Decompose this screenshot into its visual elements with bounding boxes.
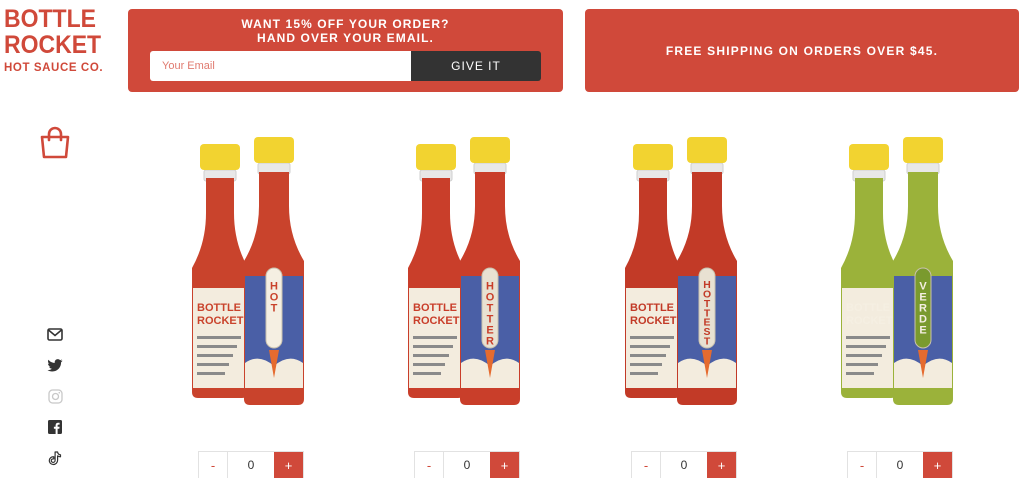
product-image-hottest[interactable]: BOTTLE ROCKET H O T T E S T <box>607 128 757 413</box>
quantity-field[interactable] <box>228 452 275 478</box>
email-promo-title: WANT 15% OFF YOUR ORDER? HAND OVER YOUR … <box>128 17 563 45</box>
tiktok-icon[interactable] <box>45 448 65 468</box>
email-form: GIVE IT <box>150 51 541 81</box>
increase-qty-button[interactable]: + <box>707 452 736 478</box>
bottle-cap <box>849 144 889 170</box>
label-brand-text: ROCKET <box>413 315 460 327</box>
product-card-hotter: BOTTLEROCKETHOTTER - + <box>390 128 540 478</box>
product-card-hot: BOTTLEROCKETHOT - + <box>174 128 324 478</box>
quantity-field[interactable] <box>877 452 924 478</box>
bottle-cap <box>903 137 943 163</box>
label-variant-letter: T <box>271 302 278 314</box>
bottle-cap <box>254 137 294 163</box>
bottle-pair-illustration: BOTTLEROCKETHOTTER <box>408 137 520 405</box>
bottle-cap <box>416 144 456 170</box>
decrease-qty-button[interactable]: - <box>632 452 662 478</box>
email-promo-title-line1: WANT 15% OFF YOUR ORDER? <box>241 17 450 31</box>
quantity-stepper: - + <box>631 451 737 478</box>
quantity-stepper: - + <box>414 451 520 478</box>
bottle-cap <box>687 137 727 163</box>
decrease-qty-button[interactable]: - <box>199 452 229 478</box>
label-brand-text: BOTTLE <box>197 302 241 314</box>
label-variant-letter: R <box>486 335 494 347</box>
facebook-icon[interactable] <box>45 417 65 437</box>
logo-line-bottle: BOTTLE <box>4 5 96 33</box>
decrease-qty-button[interactable]: - <box>415 452 445 478</box>
brand-logo[interactable]: BOTTLE ROCKET HOT SAUCE CO. <box>4 6 112 86</box>
bottle-pair-illustration: BOTTLEROCKETHOTTEST <box>625 137 737 405</box>
mail-icon[interactable] <box>45 324 65 344</box>
label-brand-text: BOTTLE <box>846 302 890 314</box>
product-image-hotter[interactable]: BOTTLE ROCKET H O T T E R <box>390 128 540 413</box>
increase-qty-button[interactable]: + <box>274 452 303 478</box>
label-brand-text: BOTTLE <box>413 302 457 314</box>
quantity-field[interactable] <box>661 452 708 478</box>
product-card-hottest: BOTTLEROCKETHOTTEST - + <box>607 128 757 478</box>
label-brand-text: ROCKET <box>846 315 893 327</box>
label-brand-text: BOTTLE <box>630 302 674 314</box>
decrease-qty-button[interactable]: - <box>848 452 878 478</box>
email-promo-title-line2: HAND OVER YOUR EMAIL. <box>257 31 434 45</box>
label-brand-text: ROCKET <box>197 315 244 327</box>
email-input[interactable] <box>150 51 411 81</box>
bottle-pair-illustration: BOTTLEROCKETHOT <box>192 137 304 405</box>
bottle-pair-illustration: BOTTLEROCKETVERDE <box>841 137 953 405</box>
give-it-button[interactable]: GIVE IT <box>411 51 541 81</box>
twitter-icon[interactable] <box>45 355 65 375</box>
label-brand-text: ROCKET <box>630 315 677 327</box>
bottle-cap <box>200 144 240 170</box>
quantity-stepper: - + <box>847 451 953 478</box>
email-signup-banner: WANT 15% OFF YOUR ORDER? HAND OVER YOUR … <box>128 9 563 92</box>
free-shipping-text: FREE SHIPPING ON ORDERS OVER $45. <box>665 43 939 58</box>
product-image-verde[interactable]: BOTTLE ROCKET V E R D E <box>823 128 973 413</box>
label-variant-letter: E <box>919 324 926 336</box>
label-variant-letter: T <box>704 337 711 348</box>
product-image-hot[interactable]: BOTTLE ROCKET H O T <box>174 128 324 413</box>
bottle-cap <box>470 137 510 163</box>
increase-qty-button[interactable]: + <box>923 452 952 478</box>
product-card-verde: BOTTLEROCKETVERDE - + <box>823 128 973 478</box>
bottle-cap <box>633 144 673 170</box>
instagram-icon[interactable] <box>45 386 65 406</box>
logo-line-tagline: HOT SAUCE CO. <box>4 62 104 74</box>
quantity-stepper: - + <box>198 451 304 478</box>
quantity-field[interactable] <box>444 452 491 478</box>
increase-qty-button[interactable]: + <box>490 452 519 478</box>
shopping-bag-icon[interactable] <box>38 126 72 160</box>
logo-line-rocket: ROCKET <box>4 31 102 59</box>
free-shipping-banner: FREE SHIPPING ON ORDERS OVER $45. <box>585 9 1019 92</box>
